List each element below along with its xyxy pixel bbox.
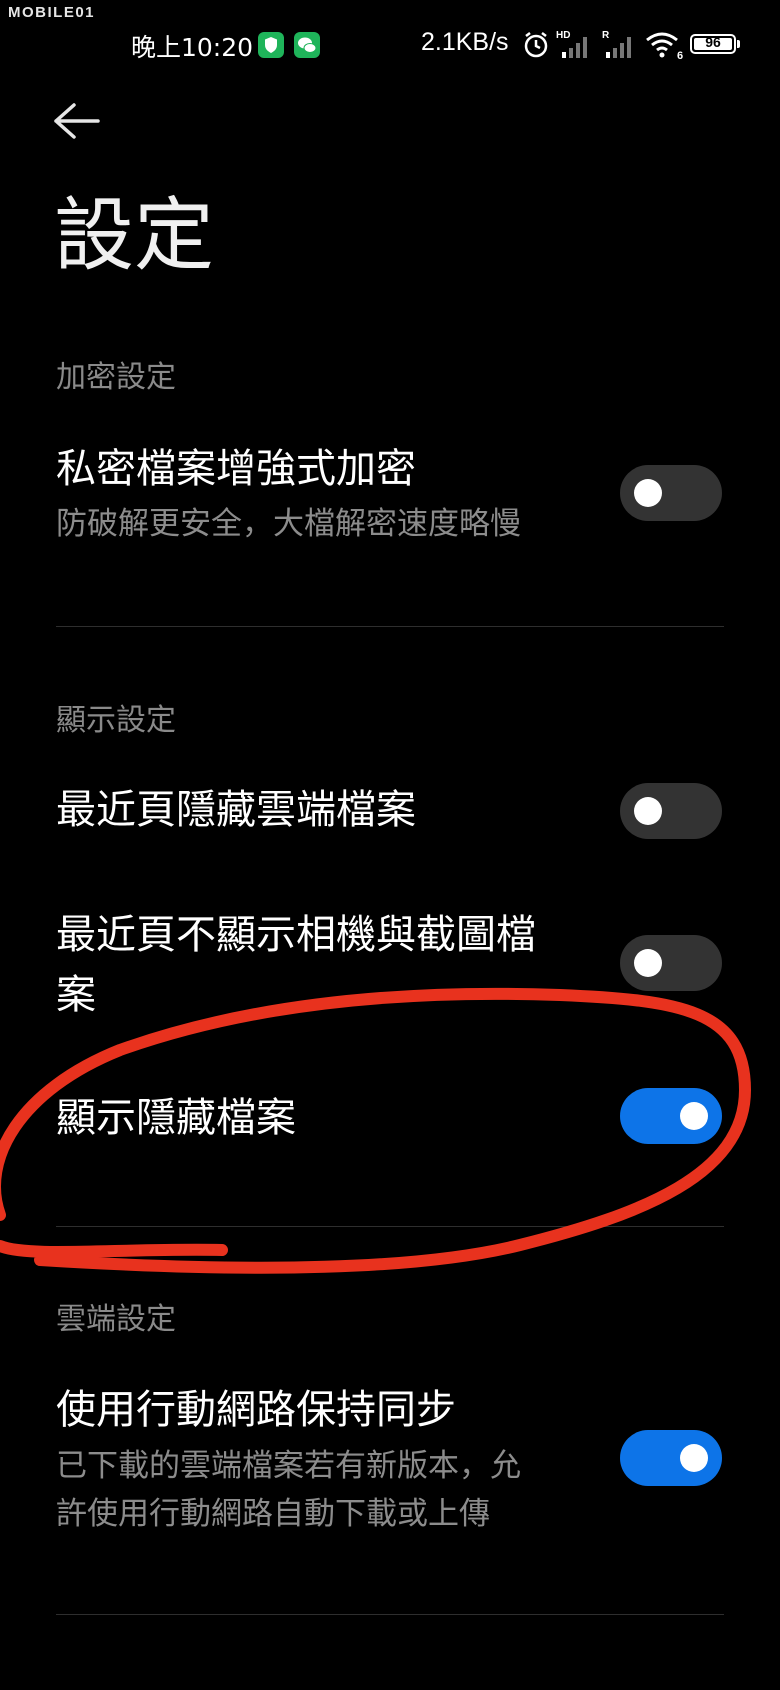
battery-level: 96 (705, 34, 721, 50)
divider (56, 626, 724, 627)
toggle-mobile-data-sync[interactable] (620, 1430, 722, 1486)
toggle-hide-camera-screenshots[interactable] (620, 935, 722, 991)
toggle-hide-cloud-files[interactable] (620, 783, 722, 839)
divider (56, 1226, 724, 1227)
setting-title-line1: 最近頁不顯示相機與截圖檔 (56, 912, 536, 958)
setting-subtitle-line1: 已下載的雲端檔案若有新版本，允 (56, 1448, 521, 1484)
wifi-icon: 6 (646, 32, 683, 60)
back-button[interactable] (52, 98, 104, 144)
setting-title: 私密檔案增強式加密 (56, 446, 416, 492)
toggle-enhanced-encryption[interactable] (620, 465, 722, 521)
shield-app-icon (258, 32, 284, 58)
signal-hd-label: HD (556, 30, 570, 41)
signal-icon-1: HD (556, 30, 587, 58)
section-header-encryption: 加密設定 (56, 360, 176, 395)
battery-icon: 96 (690, 34, 736, 54)
page-title: 設定 (54, 189, 214, 282)
section-header-display: 顯示設定 (56, 703, 176, 738)
status-bar: 晚上10:20 2.1KB/s HD R 6 96 (0, 24, 780, 68)
setting-title: 使用行動網路保持同步 (56, 1387, 456, 1433)
divider (56, 1614, 724, 1615)
setting-title: 顯示隱藏檔案 (56, 1095, 296, 1141)
network-speed: 2.1KB/s (421, 28, 509, 56)
status-time: 晚上10:20 (131, 33, 254, 62)
wifi-6-label: 6 (677, 50, 683, 60)
battery-tip (737, 40, 740, 48)
watermark-logo: MOBILE01 (8, 4, 96, 21)
alarm-icon (524, 32, 548, 58)
setting-subtitle-line2: 許使用行動網路自動下載或上傳 (56, 1496, 490, 1532)
toggle-show-hidden-files[interactable] (620, 1088, 722, 1144)
wechat-icon (294, 32, 320, 58)
setting-title-line2: 案 (56, 972, 96, 1018)
signal-icon-2: R (602, 30, 631, 58)
setting-subtitle: 防破解更安全，大檔解密速度略慢 (56, 506, 521, 542)
signal-r-label: R (602, 30, 610, 41)
setting-title: 最近頁隱藏雲端檔案 (56, 787, 416, 833)
arrow-left-icon (54, 103, 100, 139)
section-header-cloud: 雲端設定 (56, 1302, 176, 1337)
